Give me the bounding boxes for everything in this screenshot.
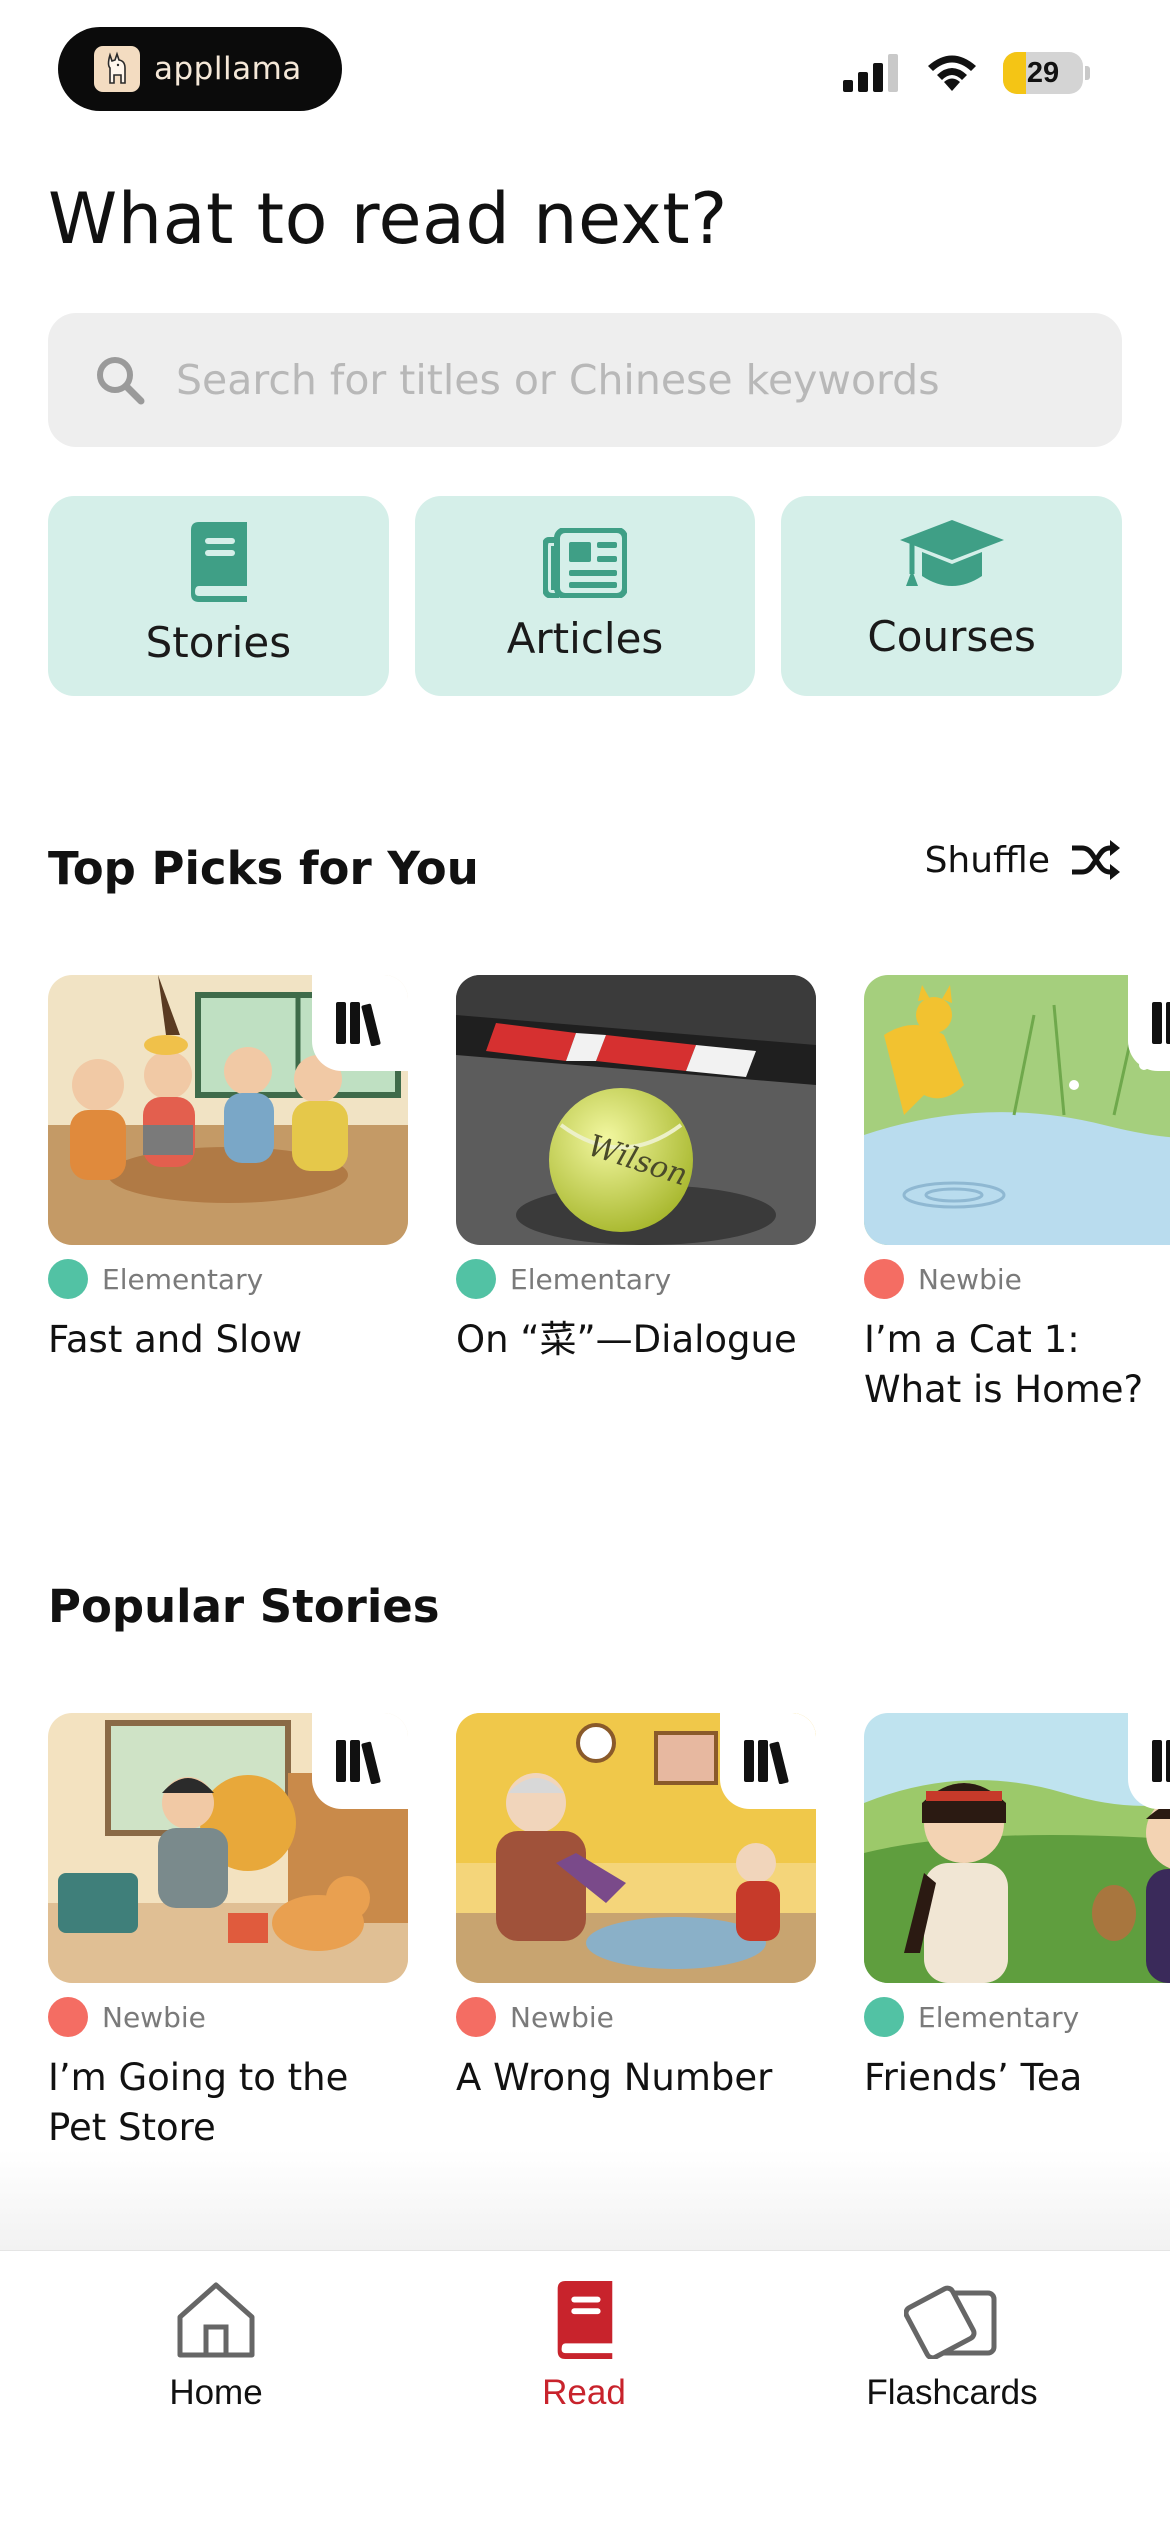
search-icon (97, 357, 145, 405)
stories-label: Stories (145, 618, 292, 667)
story-card[interactable]: Newbie I’m a Cat 1: What is Home? (864, 975, 1170, 1415)
story-card[interactable]: Newbie A Wrong Number (456, 1713, 816, 2153)
level-text: Newbie (102, 2000, 206, 2034)
tab-home[interactable]: Home (66, 2281, 366, 2413)
battery-icon: 29 (1003, 52, 1090, 94)
cards-icon (904, 2285, 997, 2359)
home-icon (177, 2282, 255, 2358)
app-pill[interactable]: appllama (58, 27, 342, 111)
story-thumbnail (48, 1713, 408, 1983)
battery-percent: 29 (1026, 56, 1060, 89)
tab-read[interactable]: Read (434, 2281, 734, 2413)
level-text: Newbie (918, 1262, 1022, 1296)
level-badge: Newbie (864, 1259, 1170, 1299)
wifi-icon (928, 55, 976, 91)
page-title: What to read next? (48, 178, 728, 260)
articles-label: Articles (506, 614, 664, 663)
story-title: Fast and Slow (48, 1318, 303, 1361)
shuffle-icon (1072, 840, 1120, 880)
tab-flashcards-label: Flashcards (866, 2373, 1038, 2412)
level-badge: Newbie (456, 1997, 816, 2037)
shuffle-label: Shuffle (924, 839, 1050, 881)
library-icon (720, 1713, 816, 1809)
library-icon (1128, 1713, 1170, 1809)
shuffle-button[interactable]: Shuffle (925, 838, 1122, 882)
level-badge: Elementary (864, 1997, 1170, 2037)
library-icon (312, 975, 408, 1071)
graduation-cap-icon (899, 520, 1004, 586)
library-icon (1128, 975, 1170, 1071)
status-bar: appllama 29 (0, 0, 1170, 130)
story-title: I’m a Cat 1: What is Home? (864, 1318, 1144, 1411)
level-text: Elementary (510, 1262, 672, 1296)
level-dot (48, 1259, 88, 1299)
top-picks-list: Elementary Fast and Slow Wilson Elementa… (48, 975, 1170, 1415)
story-title: Friends’ Tea (864, 2056, 1083, 2099)
courses-button[interactable]: Courses (781, 496, 1123, 696)
library-icon (312, 1713, 408, 1809)
book-icon (191, 522, 248, 602)
newspaper-icon (543, 528, 627, 598)
story-thumbnail (864, 975, 1170, 1245)
level-badge: Newbie (48, 1997, 408, 2037)
level-dot (864, 1997, 904, 2037)
tab-read-label: Read (542, 2373, 626, 2412)
level-badge: Elementary (456, 1259, 816, 1299)
level-dot (864, 1259, 904, 1299)
story-title: A Wrong Number (456, 2056, 773, 2099)
tab-bar: Home Read Flashcards (0, 2250, 1170, 2533)
story-thumbnail (456, 1713, 816, 1983)
signal-icon (843, 54, 898, 92)
book-icon (557, 2281, 613, 2359)
stories-button[interactable]: Stories (48, 496, 389, 696)
level-dot (456, 1259, 496, 1299)
popular-stories-list: Newbie I’m Going to the Pet Store Newbie… (48, 1713, 1170, 2153)
top-picks-title: Top Picks for You (48, 842, 479, 895)
story-title: On “菜”—Dialogue (456, 1318, 797, 1361)
story-thumbnail (48, 975, 408, 1245)
story-thumbnail: Wilson (456, 975, 816, 1245)
articles-button[interactable]: Articles (414, 496, 756, 696)
story-card[interactable]: Wilson Elementary On “菜”—Dialogue (456, 975, 816, 1415)
search-input[interactable] (174, 355, 1078, 405)
category-buttons: Stories Articles Courses (48, 496, 1123, 696)
level-text: Newbie (510, 2000, 614, 2034)
story-card[interactable]: Elementary Friends’ Tea (864, 1713, 1170, 2153)
level-dot (48, 1997, 88, 2037)
level-text: Elementary (102, 1262, 264, 1296)
story-card[interactable]: Elementary Fast and Slow (48, 975, 408, 1415)
status-icons: 29 (843, 52, 1090, 94)
level-text: Elementary (918, 2000, 1080, 2034)
level-dot (456, 1997, 496, 2037)
story-card[interactable]: Newbie I’m Going to the Pet Store (48, 1713, 408, 2153)
courses-label: Courses (867, 612, 1036, 661)
tab-home-label: Home (169, 2373, 263, 2412)
story-title: I’m Going to the Pet Store (48, 2056, 349, 2149)
app-name: appllama (154, 51, 302, 87)
tab-flashcards[interactable]: Flashcards (802, 2281, 1102, 2413)
scroll-fade (0, 2150, 1170, 2250)
story-thumbnail (864, 1713, 1170, 1983)
popular-stories-title: Popular Stories (48, 1580, 440, 1633)
search-bar[interactable] (48, 313, 1122, 447)
llama-logo-icon (94, 46, 140, 92)
level-badge: Elementary (48, 1259, 408, 1299)
